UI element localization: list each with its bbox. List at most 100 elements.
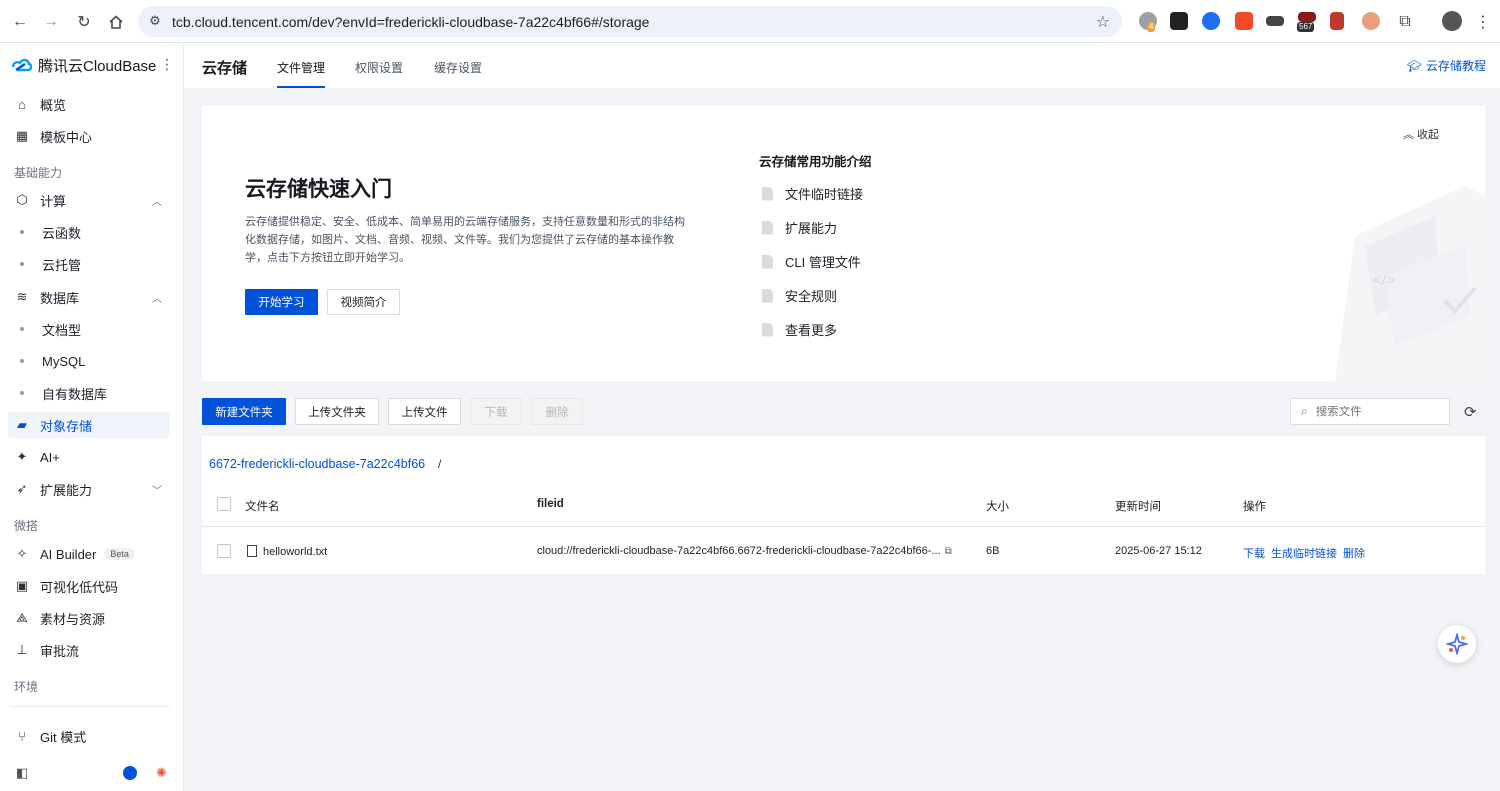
home-icon[interactable] [105,11,127,33]
extension-icon[interactable] [1202,12,1220,30]
sidebar-item-templates[interactable]: ▦ 模板中心 [8,123,170,149]
sidebar-item-label: 可视化低代码 [40,579,119,595]
page-header: 云存储 文件管理 权限设置 缓存设置 🎓︎ 云存储教程 [184,43,1500,88]
extension-icon[interactable] [1362,12,1380,30]
database-icon: ≋ [16,289,28,304]
sparkle-icon: ✦ [16,449,28,464]
row-download-link[interactable]: 下载 [1243,545,1265,561]
refresh-icon[interactable]: ⟳ [1464,403,1477,421]
features-title: 云存储常用功能介绍 [759,155,872,169]
sidebar-item-extensions[interactable]: ➶ 扩展能力 ﹀ [8,476,170,502]
upload-file-button[interactable]: 上传文件 [388,398,461,425]
profile-avatar[interactable] [1442,11,1462,31]
ai-assistant-icon[interactable]: ✺ [156,765,167,781]
sidebar-item-ai-builder[interactable]: ✧ AI Builder Beta [8,541,170,567]
extension-icon[interactable] [1235,12,1253,30]
feature-link-security-rules[interactable]: 安全规则 [762,286,837,305]
file-name: helloworld.txt [263,546,328,558]
sidebar-item-approval[interactable]: ⊥ 审批流 [8,637,170,663]
site-settings-icon[interactable]: ⚙ [147,13,163,29]
download-button[interactable]: 下载 [470,398,522,425]
extension-icon[interactable] [1298,12,1316,22]
forward-icon[interactable]: → [40,11,62,33]
delete-button[interactable]: 删除 [531,398,583,425]
extension-icon[interactable] [1266,16,1284,26]
extension-icon[interactable] [1330,12,1344,30]
sidebar-item-label: AI+ [40,449,60,465]
sidebar-item-storage[interactable]: ▰ 对象存储 [8,412,170,438]
more-icon[interactable]: ⋮ [160,56,174,73]
new-folder-button[interactable]: 新建文件夹 [202,398,286,425]
brand[interactable]: 腾讯云CloudBase [12,55,156,75]
feature-link-temp-url[interactable]: 文件临时链接 [762,184,863,203]
header-divider [202,526,1485,527]
row-delete-link[interactable]: 删除 [1343,545,1365,561]
user-icon[interactable] [123,766,137,780]
sidebar-item-git[interactable]: ⑂ Git 模式 [8,723,170,749]
sidebar-item-ai[interactable]: ✦ AI+ [8,444,170,470]
document-icon [762,322,773,337]
upload-folder-button[interactable]: 上传文件夹 [295,398,379,425]
breadcrumb-separator: / [438,457,442,471]
column-header-size: 大小 [986,501,1009,513]
extensions-puzzle-icon[interactable]: ⧉ [1394,11,1416,33]
column-header-updated: 更新时间 [1115,501,1161,513]
bookmark-star-icon[interactable]: ☆ [1096,12,1110,32]
reload-icon[interactable]: ↻ [73,11,95,33]
sidebar-item-lowcode[interactable]: ▣ 可视化低代码 [8,573,170,599]
sidebar-item-database[interactable]: ≋ 数据库 ︿ [8,284,170,310]
ai-assistant-button[interactable] [1438,625,1476,663]
feature-label: 查看更多 [785,323,838,338]
sidebar-item-functions[interactable]: 云函数 [8,219,170,245]
brand-name: 腾讯云CloudBase [38,57,157,75]
tab-file-management[interactable]: 文件管理 [277,59,326,88]
chevron-down-icon: ﹀ [152,485,162,497]
bullet-icon [20,327,24,331]
sidebar-item-label: 素材与资源 [40,611,106,627]
collapse-label: 收起 [1417,129,1439,141]
row-checkbox[interactable] [217,544,231,558]
window-icon: ▣ [15,578,29,593]
sidebar-item-assets[interactable]: ⟁ 素材与资源 [8,605,170,631]
document-icon [762,288,773,303]
bullet-icon [20,230,24,234]
collapse-sidebar-icon[interactable]: ◧ [16,765,28,781]
feature-link-more[interactable]: 查看更多 [762,320,837,339]
storage-tutorial-link[interactable]: 🎓︎ 云存储教程 [1407,57,1486,74]
feature-link-extensions[interactable]: 扩展能力 [762,218,837,237]
sparkle-icon: ✧ [16,546,28,561]
tab-cache[interactable]: 缓存设置 [434,59,482,88]
row-temp-link-button[interactable]: 生成临时链接 [1271,545,1337,561]
sidebar-item-overview[interactable]: ⌂ 概览 [8,91,170,117]
search-input[interactable] [1315,405,1426,418]
video-intro-button[interactable]: 视频简介 [327,289,400,315]
tutorial-label: 云存储教程 [1425,59,1486,73]
breadcrumb-bucket[interactable]: 6672-frederickli-cloudbase-7a22c4bf66 [209,457,425,471]
extension-icon[interactable] [1170,12,1188,30]
feature-link-cli[interactable]: CLI 管理文件 [762,252,861,271]
sidebar-item-own-db[interactable]: 自有数据库 [8,380,170,406]
sidebar-item-label: 模板中心 [40,129,93,145]
browser-toolbar: ← → ↻ ⚙ tcb.cloud.tencent.com/dev?envId=… [0,0,1500,43]
bullet-icon [20,262,24,266]
document-icon [762,220,773,235]
feature-label: 安全规则 [785,289,838,304]
storage-illustration: </> [1335,186,1485,381]
back-icon[interactable]: ← [9,11,31,33]
file-name-cell[interactable]: helloworld.txt [247,545,327,558]
sidebar-item-hosting[interactable]: 云托管 [8,251,170,277]
select-all-checkbox[interactable] [217,497,231,511]
browser-menu-icon[interactable]: ⋮ [1472,11,1494,33]
start-learning-button[interactable]: 开始学习 [245,289,318,315]
sidebar-section-env: 环境 [14,680,39,694]
sidebar-item-compute[interactable]: ⬡ 计算 ︿ [8,187,170,213]
tab-permissions[interactable]: 权限设置 [355,59,403,88]
copy-icon[interactable]: ⧉ [945,546,952,557]
git-branch-icon: ⑂ [18,728,26,744]
bullet-icon [20,391,24,395]
sidebar-item-document[interactable]: 文档型 [8,316,170,342]
grid-icon: ▦ [15,128,29,143]
sidebar-item-mysql[interactable]: MySQL [8,348,170,374]
address-bar[interactable]: ⚙ tcb.cloud.tencent.com/dev?envId=freder… [138,6,1122,37]
collapse-button[interactable]: ︽ 收起 [1403,126,1439,142]
